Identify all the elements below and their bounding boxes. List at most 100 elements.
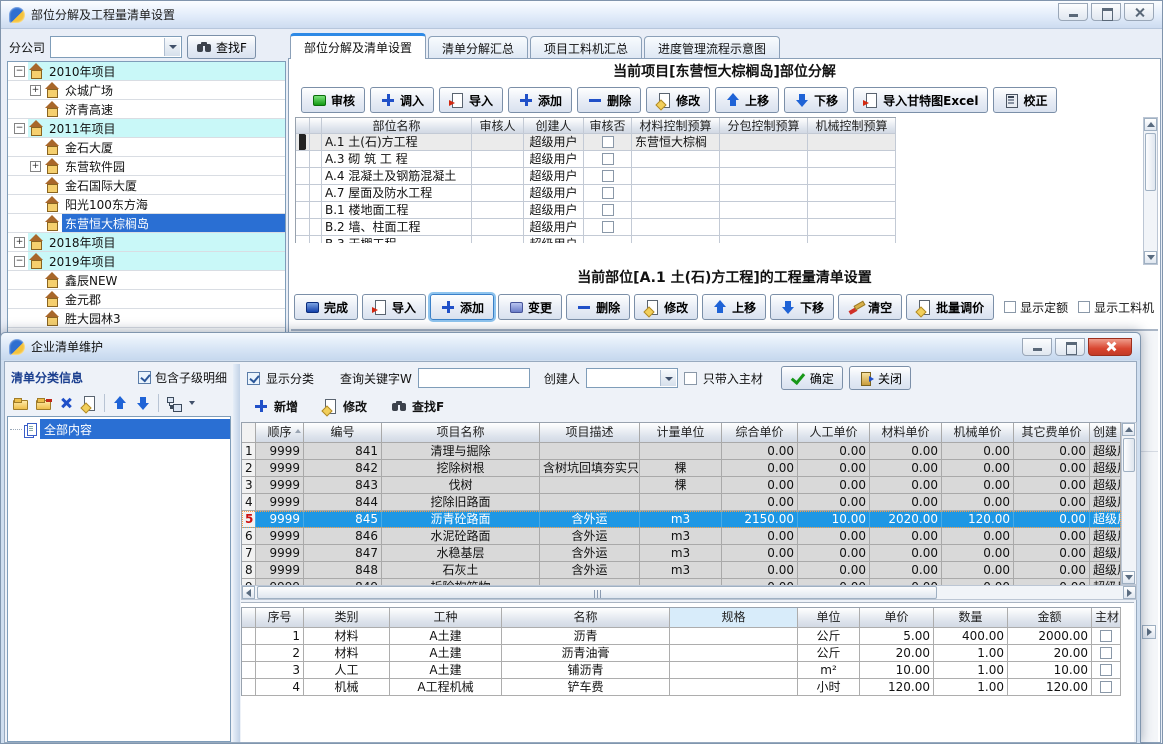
scroll-down-button[interactable] xyxy=(1144,251,1157,264)
dropdown-caret-icon[interactable] xyxy=(189,401,195,405)
close-button[interactable] xyxy=(1124,3,1154,21)
scroll-thumb[interactable] xyxy=(257,586,937,599)
table-row[interactable]: 89999848石灰土含外运m30.000.000.000.000.00超级用户 xyxy=(242,562,1121,579)
breakdown-vertical-scrollbar[interactable] xyxy=(1143,117,1158,265)
row-checkbox[interactable] xyxy=(1100,681,1112,693)
table-row[interactable]: B.1 楼地面工程超级用户 xyxy=(296,202,896,219)
tab-progress-flow-diagram[interactable]: 进度管理流程示意图 xyxy=(644,36,780,59)
table-row[interactable]: B.2 墙、柱面工程超级用户 xyxy=(296,219,896,236)
tree-item-y2010[interactable]: −2010年项目 xyxy=(8,62,285,81)
tree-item-y2011[interactable]: −2011年项目 xyxy=(8,119,285,138)
delete-button[interactable]: 删除 xyxy=(566,294,630,320)
tree-item-zhongcheng[interactable]: +众城广场 xyxy=(8,81,285,100)
move-up-icon[interactable] xyxy=(112,395,128,411)
keyword-input[interactable] xyxy=(418,368,530,388)
tree-item-dongying-software[interactable]: +东营软件园 xyxy=(8,157,285,176)
row-checkbox[interactable] xyxy=(602,221,614,233)
row-checkbox[interactable] xyxy=(602,170,614,182)
add-button[interactable]: 添加 xyxy=(430,294,494,320)
clear-button[interactable]: 清空 xyxy=(838,294,902,320)
new-folder-icon[interactable] xyxy=(12,395,28,411)
row-checkbox[interactable] xyxy=(1100,647,1112,659)
tree-item-y2019[interactable]: −2019年项目 xyxy=(8,252,285,271)
scroll-left-button[interactable] xyxy=(242,586,255,599)
dialog-minimize-button[interactable] xyxy=(1022,338,1052,356)
edit-folder-icon[interactable] xyxy=(35,395,51,411)
company-select[interactable] xyxy=(50,36,182,58)
ok-button[interactable]: 确定 xyxy=(781,366,843,390)
tree-item-jiqing[interactable]: 济青高速 xyxy=(8,100,285,119)
expand-plus-icon[interactable]: + xyxy=(30,85,41,96)
table-row[interactable]: A.1 土(石)方工程超级用户东营恒大棕榈 xyxy=(296,134,896,151)
collapse-minus-icon[interactable]: − xyxy=(14,123,25,134)
table-row[interactable]: A.7 屋面及防水工程超级用户 xyxy=(296,185,896,202)
table-row[interactable]: 2材料A土建沥青油膏公斤20.001.0020.00 xyxy=(242,645,1121,662)
include-sub-checkbox[interactable] xyxy=(138,371,151,384)
show-materials-checkbox[interactable] xyxy=(1078,301,1090,313)
row-checkbox[interactable] xyxy=(602,204,614,216)
tab-list-summary[interactable]: 清单分解汇总 xyxy=(428,36,528,59)
table-row[interactable]: 4机械A工程机械铲车费小时120.001.00120.00 xyxy=(242,679,1121,696)
dialog-maximize-button[interactable] xyxy=(1055,338,1085,356)
import-button[interactable]: 导入 xyxy=(439,87,503,113)
row-checkbox[interactable] xyxy=(1100,664,1112,676)
tree-item-yangguang100[interactable]: 阳光100东方海 xyxy=(8,195,285,214)
table-row[interactable]: A.4 混凝土及钢筋混凝土超级用户 xyxy=(296,168,896,185)
show-category-checkbox[interactable] xyxy=(247,372,260,385)
tab-project-materials-summary[interactable]: 项目工料机汇总 xyxy=(530,36,642,59)
delete-x-icon[interactable] xyxy=(58,395,74,411)
scroll-up-button[interactable] xyxy=(1144,118,1157,131)
calibrate-button[interactable]: 校正 xyxy=(993,87,1057,113)
batch-reprice-button[interactable]: 批量调价 xyxy=(906,294,994,320)
tree-item-jinshi-intl[interactable]: 金石国际大厦 xyxy=(8,176,285,195)
close-dialog-button[interactable]: 关闭 xyxy=(849,366,911,390)
table-row[interactable]: A.3 砌 筑 工 程超级用户 xyxy=(296,151,896,168)
import-gantt-excel-button[interactable]: 导入甘特图Excel xyxy=(853,87,988,113)
list-horizontal-scrollbar[interactable] xyxy=(241,585,1137,600)
scroll-thumb[interactable] xyxy=(1145,133,1156,191)
tree-item-hengda-palm[interactable]: 东营恒大棕榈岛 xyxy=(8,214,285,233)
creator-select[interactable] xyxy=(586,368,678,388)
modify-button[interactable]: 修改 xyxy=(322,398,367,415)
table-row[interactable]: 49999844挖除旧路面0.000.000.000.000.00超级用户 xyxy=(242,494,1121,511)
scroll-down-button[interactable] xyxy=(1122,571,1135,584)
row-checkbox[interactable] xyxy=(1100,630,1112,642)
tree-item-y2018[interactable]: +2018年项目 xyxy=(8,233,285,252)
expand-plus-icon[interactable]: + xyxy=(30,161,41,172)
row-checkbox[interactable] xyxy=(602,136,614,148)
change-button[interactable]: 变更 xyxy=(498,294,562,320)
expand-plus-icon[interactable]: + xyxy=(14,237,25,248)
table-row[interactable]: B.3 天棚工程超级用户 xyxy=(296,236,896,243)
table-row[interactable]: 69999846水泥砼路面含外运m30.000.000.000.000.00超级… xyxy=(242,528,1121,545)
new-button[interactable]: 新增 xyxy=(253,398,298,415)
table-row[interactable]: 39999843伐树棵0.000.000.000.000.00超级用户 xyxy=(242,477,1121,494)
collapse-minus-icon[interactable]: − xyxy=(14,256,25,267)
tree-item-all-content[interactable]: 全部内容 xyxy=(8,419,230,439)
table-row[interactable]: 29999842挖除树根含树坑回填夯实只棵0.000.000.000.000.0… xyxy=(242,460,1121,477)
table-row[interactable]: 79999847水稳基层含外运m30.000.000.000.000.00超级用… xyxy=(242,545,1121,562)
scroll-thumb[interactable] xyxy=(1123,438,1135,472)
list-vertical-scrollbar[interactable] xyxy=(1121,422,1137,585)
tab-breakdown-and-list[interactable]: 部位分解及清单设置 xyxy=(290,33,426,59)
audit-button[interactable]: 审核 xyxy=(301,87,365,113)
show-quota-checkbox[interactable] xyxy=(1004,301,1016,313)
dialog-close-button[interactable] xyxy=(1088,338,1132,356)
move-up-button[interactable]: 上移 xyxy=(715,87,779,113)
delete-button[interactable]: 删除 xyxy=(577,87,641,113)
collapse-minus-icon[interactable]: − xyxy=(14,66,25,77)
row-checkbox[interactable] xyxy=(602,153,614,165)
main-material-only-checkbox[interactable] xyxy=(684,372,697,385)
modify-button[interactable]: 修改 xyxy=(646,87,710,113)
tree-item-xinchen[interactable]: 鑫辰NEW xyxy=(8,271,285,290)
table-row[interactable]: 3人工A土建铺沥青m²10.001.0010.00 xyxy=(242,662,1121,679)
tree-item-shengda[interactable]: 胜大园林3 xyxy=(8,309,285,328)
move-down-button[interactable]: 下移 xyxy=(784,87,848,113)
table-row[interactable]: 59999845沥青砼路面含外运m32150.0010.002020.00120… xyxy=(242,511,1121,528)
maximize-button[interactable] xyxy=(1091,3,1121,21)
tree-view-icon[interactable] xyxy=(166,395,182,411)
minimize-button[interactable] xyxy=(1058,3,1088,21)
tree-item-jinshi[interactable]: 金石大厦 xyxy=(8,138,285,157)
finish-button[interactable]: 完成 xyxy=(294,294,358,320)
move-down-icon[interactable] xyxy=(135,395,151,411)
panel-splitter[interactable] xyxy=(233,364,240,742)
